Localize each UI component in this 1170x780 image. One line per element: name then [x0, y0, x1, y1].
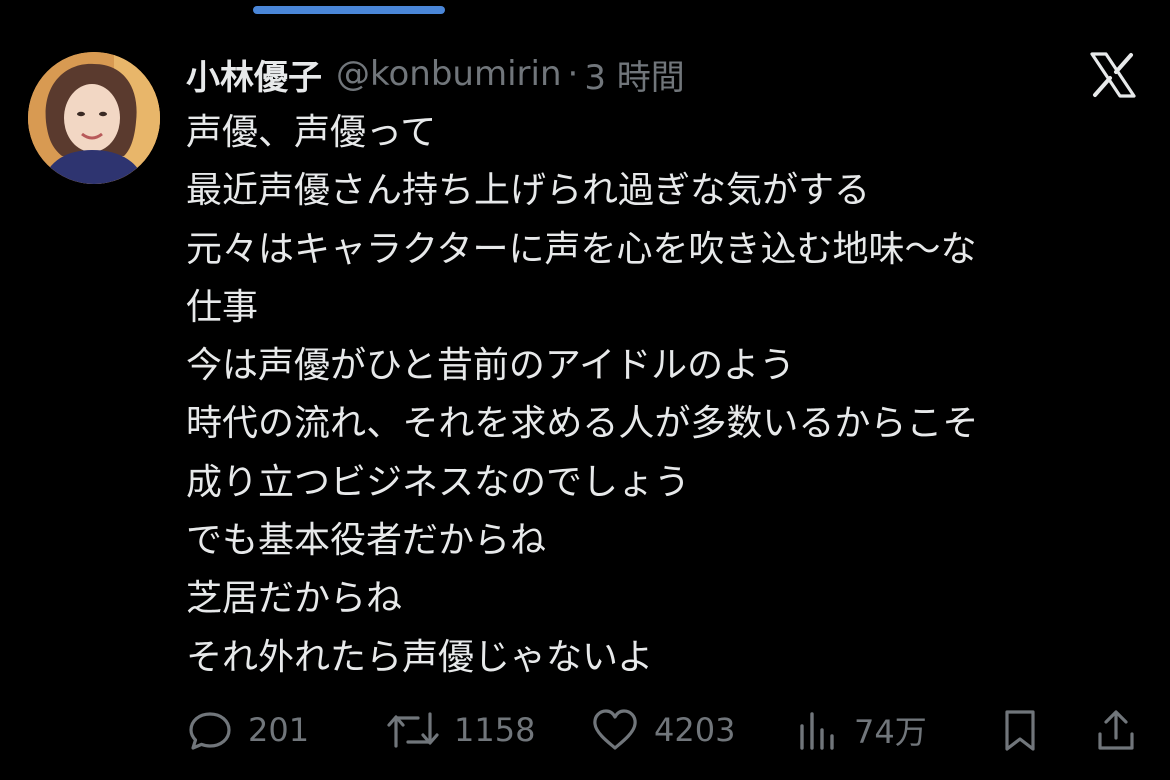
- tweet-line: 時代の流れ、それを求める人が多数いるからこそ: [186, 403, 979, 445]
- tweet-line: 仕事: [186, 286, 259, 328]
- heart-icon: [590, 706, 640, 754]
- bar-chart-icon: [796, 706, 840, 754]
- share-button[interactable]: [1092, 700, 1140, 760]
- retweet-button[interactable]: 1158: [386, 700, 535, 760]
- reply-bubble-icon: [186, 706, 234, 754]
- tweet-line: 最近声優さん持ち上げられ過ぎな気がする: [186, 170, 871, 212]
- like-button[interactable]: 4203: [590, 700, 735, 760]
- tweet-screen: 小林優子 @konbumirin · 3 時間 声優、声優って 最近声優さん持ち…: [0, 0, 1170, 780]
- tweet-line: でも基本役者だからね: [186, 520, 547, 562]
- tweet-line: 芝居だからね: [186, 578, 403, 620]
- views-button[interactable]: 74万: [796, 700, 927, 760]
- tweet-line: 今は声優がひと昔前のアイドルのよう: [186, 345, 796, 387]
- tweet-line: 声優、声優って: [186, 112, 437, 153]
- bookmark-icon: [998, 706, 1042, 754]
- reply-count: 201: [248, 711, 310, 749]
- tweet-line: それ外れたら声優じゃないよ: [186, 636, 654, 678]
- avatar[interactable]: [28, 52, 160, 184]
- action-bar: 201 1158 4203 74万: [186, 700, 1146, 760]
- x-logo-icon[interactable]: [1088, 50, 1138, 100]
- share-icon: [1092, 706, 1140, 754]
- retweet-icon: [386, 706, 440, 754]
- views-count: 74万: [854, 713, 927, 751]
- tweet-line: 元々はキャラクターに声を心を吹き込む地味〜な: [186, 228, 977, 270]
- reply-button[interactable]: 201: [186, 700, 309, 760]
- time-separator: ·: [567, 54, 579, 94]
- retweet-count: 1158: [454, 711, 536, 749]
- scroll-indicator[interactable]: [253, 6, 445, 14]
- like-count: 4203: [654, 711, 736, 749]
- tweet-text: 声優、声優って 最近声優さん持ち上げられ過ぎな気がする 元々はキャラクターに声を…: [186, 104, 1146, 687]
- user-handle[interactable]: @konbumirin: [336, 54, 562, 94]
- tweet-line: 成り立つビジネスなのでしょう: [186, 461, 691, 503]
- display-name[interactable]: 小林優子: [186, 50, 322, 99]
- bookmark-button[interactable]: [998, 700, 1042, 760]
- tweet-header: 小林優子 @konbumirin · 3 時間: [186, 48, 685, 100]
- timestamp[interactable]: 3 時間: [584, 50, 684, 99]
